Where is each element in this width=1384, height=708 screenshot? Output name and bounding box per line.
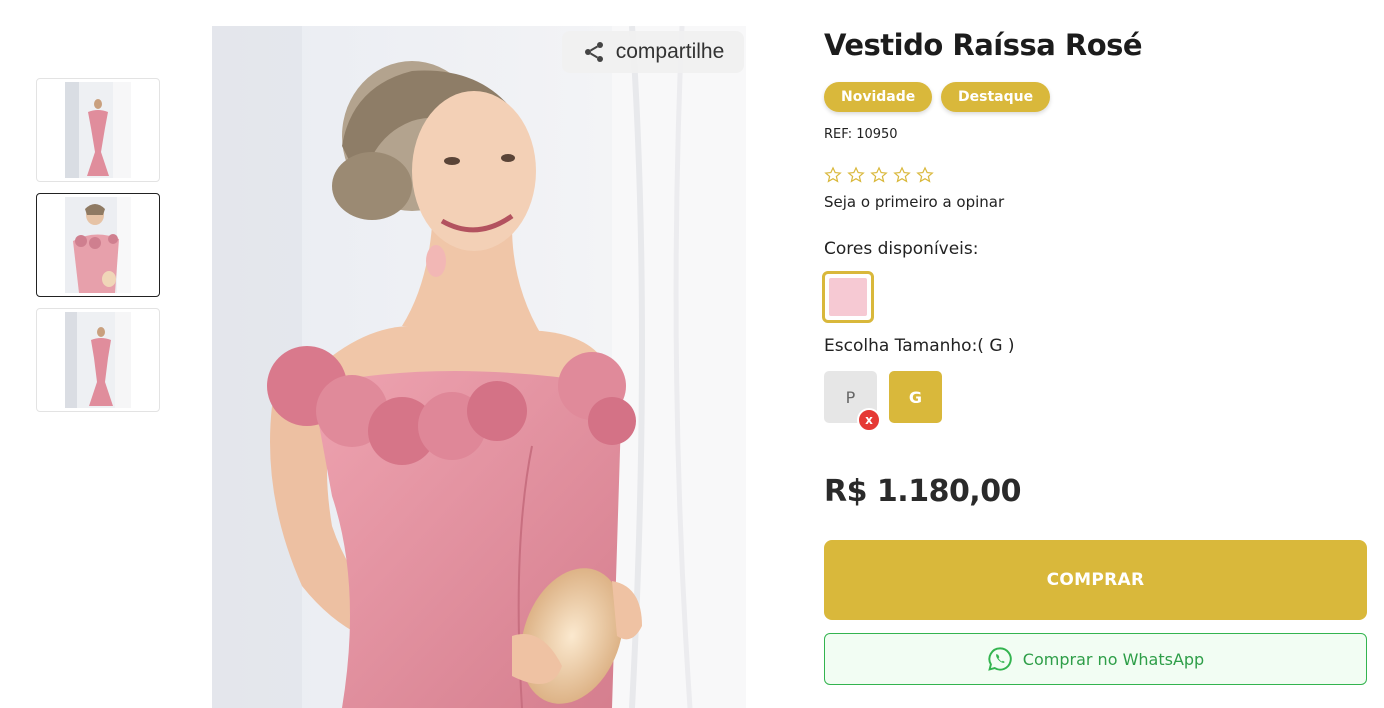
product-title: Vestido Raíssa Rosé [824,28,1143,62]
main-product-image[interactable] [212,26,746,708]
star-outline-icon[interactable] [893,166,911,184]
product-price: R$ 1.180,00 [824,474,1021,509]
buy-button[interactable]: COMPRAR [824,540,1367,620]
star-outline-icon[interactable] [870,166,888,184]
whatsapp-icon [987,646,1013,672]
star-outline-icon[interactable] [916,166,934,184]
thumbnail-image [65,82,131,178]
thumbnail-image [65,197,131,293]
share-icon [582,40,606,64]
color-swatch-pink[interactable] [822,271,874,323]
thumbnail-1[interactable] [36,78,160,182]
star-outline-icon[interactable] [824,166,842,184]
share-button[interactable]: compartilhe [562,31,744,73]
whatsapp-buy-button[interactable]: Comprar no WhatsApp [824,633,1367,685]
thumbnail-3[interactable] [36,308,160,412]
badge-featured: Destaque [941,82,1051,112]
swatch-fill [829,278,867,316]
rating-stars[interactable] [824,166,934,184]
thumbnail-image [65,312,131,408]
size-option-g[interactable]: G [889,371,942,423]
whatsapp-label: Comprar no WhatsApp [1022,649,1205,669]
colors-label: Cores disponíveis: [824,239,979,259]
size-label: Escolha Tamanho:( G ) [824,336,1015,356]
unavailable-icon: x [857,408,881,432]
star-outline-icon[interactable] [847,166,865,184]
thumbnail-2[interactable] [36,193,160,297]
product-ref: REF: 10950 [824,127,898,142]
badge-new: Novidade [824,82,933,112]
share-label: compartilhe [615,40,725,63]
first-review-link[interactable]: Seja o primeiro a opinar [824,193,1004,211]
